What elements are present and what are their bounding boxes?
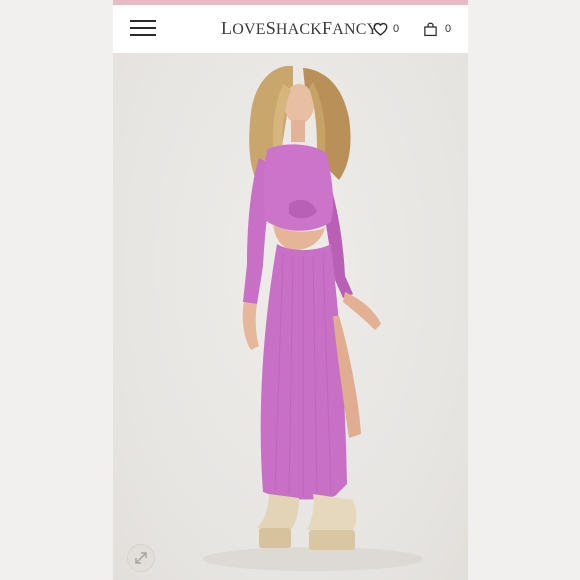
cart-count: 0 [445,23,452,35]
brand-logo[interactable]: LOVESHACKFANCY [221,18,378,39]
hamburger-menu-icon[interactable] [130,19,156,38]
cart-button[interactable]: 0 [423,20,451,38]
right-backdrop [468,0,580,580]
mobile-product-page: LOVESHACKFANCY 0 0 [113,0,468,580]
heart-icon [373,22,388,36]
left-backdrop [0,0,113,580]
site-header: LOVESHACKFANCY 0 0 [113,5,468,54]
expand-image-button[interactable] [127,544,155,572]
favorites-count: 0 [393,23,400,35]
favorites-button[interactable]: 0 [373,20,399,38]
shopping-bag-icon [424,22,437,36]
product-image[interactable] [113,54,468,580]
expand-arrows-icon [135,552,147,564]
model-illustration [203,65,423,571]
